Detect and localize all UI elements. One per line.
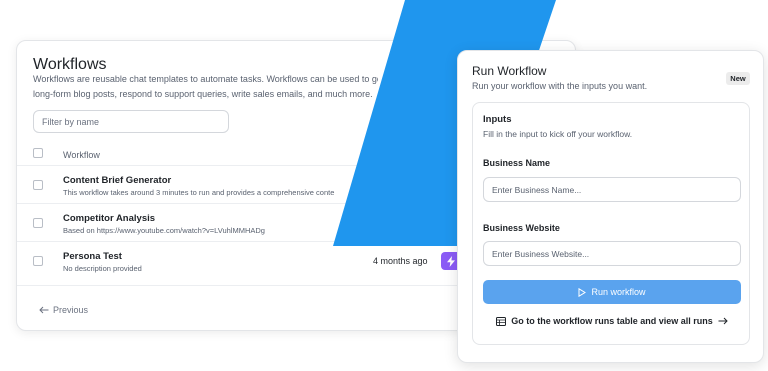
run-workflow-panel: Run Workflow Run your workflow with the … [457, 50, 764, 363]
business-website-input[interactable] [483, 241, 741, 266]
run-panel-title: Run Workflow [472, 64, 547, 78]
new-badge: New [726, 72, 750, 85]
run-workflow-label: Run workflow [591, 287, 646, 297]
inputs-subtitle: Fill in the input to kick off your workf… [483, 129, 633, 139]
run-workflow-button[interactable]: Run workflow [483, 280, 741, 304]
arrow-right-icon [718, 317, 728, 325]
inputs-title: Inputs [483, 114, 512, 125]
business-name-label: Business Name [483, 158, 551, 168]
run-panel-subtitle: Run your workflow with the inputs you wa… [472, 81, 648, 91]
table-icon [496, 316, 507, 326]
inputs-section: Inputs Fill in the input to kick off you… [472, 102, 750, 345]
business-website-label: Business Website [483, 223, 560, 233]
view-all-runs-label: Go to the workflow runs table and view a… [511, 316, 713, 326]
play-icon [578, 287, 587, 297]
view-all-runs-link[interactable]: Go to the workflow runs table and view a… [483, 316, 741, 326]
screenshot-stage: Workflows Workflows are reusable chat te… [0, 0, 768, 371]
business-name-input[interactable] [483, 177, 741, 202]
